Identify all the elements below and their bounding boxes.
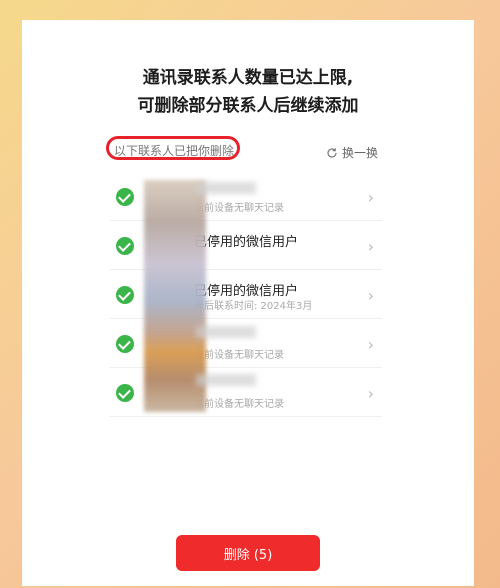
delete-button[interactable]: 删除 (5) <box>176 535 320 571</box>
chevron-right-icon: › <box>367 188 374 207</box>
chevron-right-icon: › <box>367 335 374 354</box>
contact-sub: 当前设备无聊天记录 <box>194 350 284 361</box>
check-circle-icon[interactable] <box>116 335 134 353</box>
refresh-button[interactable]: 换一换 <box>326 144 378 161</box>
blurred-name <box>196 326 256 338</box>
limit-message-line2: 可删除部分联系人后继续添加 <box>137 96 359 116</box>
contact-sub: 当前设备无聊天记录 <box>194 203 284 214</box>
limit-message: 通讯录联系人数量已达上限, 可删除部分联系人后继续添加 <box>22 64 474 120</box>
blurred-name <box>196 374 256 386</box>
highlight-circle <box>106 136 240 160</box>
limit-message-line1: 通讯录联系人数量已达上限, <box>142 68 354 88</box>
check-circle-icon[interactable] <box>116 188 134 206</box>
check-circle-icon[interactable] <box>116 286 134 304</box>
contact-sub: 当前设备无聊天记录 <box>194 399 284 410</box>
contact-sub: 最后联系时间: 2024年3月 <box>194 301 313 312</box>
chevron-right-icon: › <box>367 286 374 305</box>
refresh-icon <box>327 147 337 158</box>
blurred-name <box>196 182 256 194</box>
chevron-right-icon: › <box>367 384 374 403</box>
contact-name: 已停用的微信用户 <box>194 235 299 250</box>
chevron-right-icon: › <box>367 237 374 256</box>
refresh-label: 换一换 <box>341 146 378 160</box>
check-circle-icon[interactable] <box>116 237 134 255</box>
check-circle-icon[interactable] <box>116 384 134 402</box>
dialog-card: 通讯录联系人数量已达上限, 可删除部分联系人后继续添加 以下联系人已把你删除 换… <box>22 20 474 586</box>
